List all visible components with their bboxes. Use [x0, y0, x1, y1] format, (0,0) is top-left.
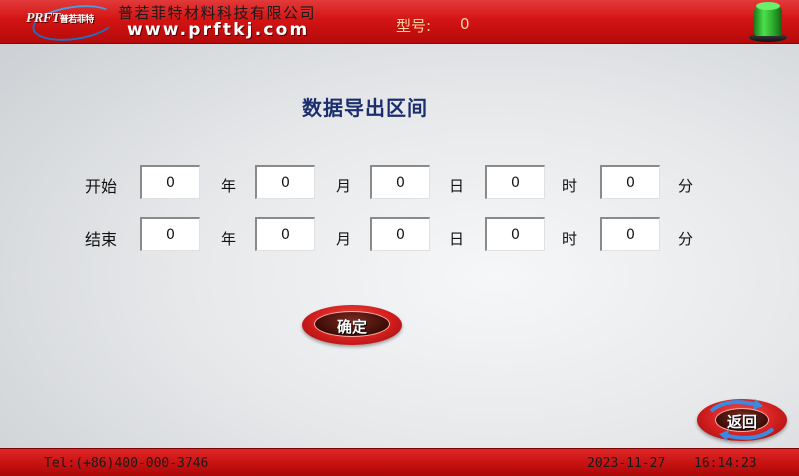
start-day-input[interactable]: 0 — [370, 165, 430, 199]
end-month-input[interactable]: 0 — [255, 217, 315, 251]
end-month-unit: 月 — [336, 230, 352, 248]
page-title: 数据导出区间 — [302, 96, 428, 120]
start-minute-unit: 分 — [678, 177, 694, 195]
back-button-label: 返回 — [726, 413, 757, 431]
start-year-unit: 年 — [221, 177, 237, 195]
end-label: 结束 — [85, 230, 118, 249]
company-logo: PRFT普若菲特 — [20, 0, 118, 46]
header-bar: PRFT普若菲特 普若菲特材料科技有限公司 www.prftkj.com 型号:… — [0, 0, 799, 46]
status-light-icon — [748, 2, 788, 42]
end-year-input[interactable]: 0 — [140, 217, 200, 251]
back-button[interactable]: 返回 — [697, 399, 787, 441]
logo-text: PRFT — [26, 11, 60, 26]
confirm-button-label: 确定 — [336, 318, 367, 336]
start-month-input[interactable]: 0 — [255, 165, 315, 199]
start-minute-input[interactable]: 0 — [600, 165, 660, 199]
logo-cn-text: 普若菲特 — [59, 14, 95, 24]
footer-time: 16:14:23 — [694, 456, 757, 471]
end-minute-unit: 分 — [678, 230, 694, 248]
start-year-input[interactable]: 0 — [140, 165, 200, 199]
start-month-unit: 月 — [336, 177, 352, 195]
start-hour-input[interactable]: 0 — [485, 165, 545, 199]
footer-phone: Tel:(+86)400-000-3746 — [44, 456, 209, 471]
start-hour-unit: 时 — [562, 177, 578, 195]
footer-date: 2023-11-27 — [587, 456, 666, 471]
end-hour-input[interactable]: 0 — [485, 217, 545, 251]
end-minute-input[interactable]: 0 — [600, 217, 660, 251]
confirm-button[interactable]: 确定 — [302, 305, 402, 345]
end-hour-unit: 时 — [562, 230, 578, 248]
end-day-unit: 日 — [449, 230, 465, 248]
start-day-unit: 日 — [449, 177, 465, 195]
company-url: www.prftkj.com — [127, 20, 310, 40]
model-label: 型号: — [396, 17, 432, 35]
footer-bar: Tel:(+86)400-000-3746 2023-11-27 16:14:2… — [0, 448, 799, 476]
start-label: 开始 — [85, 177, 118, 196]
end-day-input[interactable]: 0 — [370, 217, 430, 251]
end-year-unit: 年 — [221, 230, 237, 248]
model-value: 0 — [460, 15, 470, 33]
